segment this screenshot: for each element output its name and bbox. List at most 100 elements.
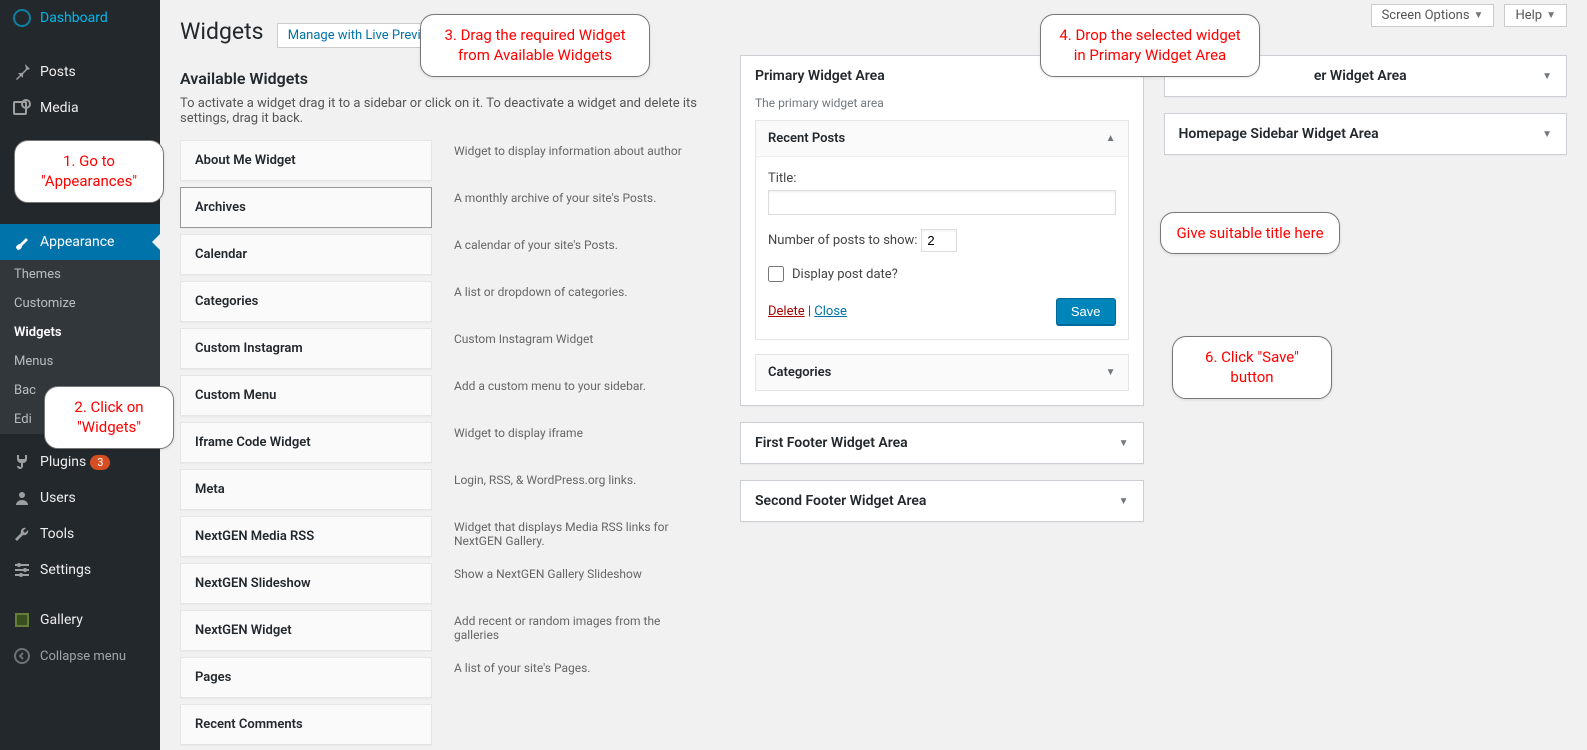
page-title: Widgets	[180, 0, 263, 55]
widget-card[interactable]: Custom Menu	[180, 375, 432, 416]
primary-widget-area: Primary Widget Area The primary widget a…	[740, 55, 1144, 406]
widget-card[interactable]: Pages	[180, 657, 432, 698]
widget-name: Archives	[195, 200, 417, 215]
callout-5: Give suitable title here	[1160, 212, 1340, 254]
sidebar-item-plugins[interactable]: Plugins 3	[0, 444, 160, 480]
widget-description	[450, 704, 702, 750]
user-icon	[12, 488, 32, 508]
submenu-themes[interactable]: Themes	[0, 260, 160, 289]
widget-delete-link[interactable]: Delete	[768, 304, 805, 319]
homepage-sidebar-header[interactable]: Homepage Sidebar Widget Area ▼	[1165, 114, 1567, 154]
widget-description: Widget to display iframe	[450, 422, 702, 469]
sidebar-item-appearance[interactable]: Appearance	[0, 224, 160, 260]
sidebar-item-dashboard[interactable]: Dashboard	[0, 0, 160, 36]
widget-description: Widget that displays Media RSS links for…	[450, 516, 702, 563]
widget-description: Show a NextGEN Gallery Slideshow	[450, 563, 702, 610]
sidebar-label: Posts	[40, 64, 76, 80]
sidebar-item-media[interactable]: Media	[0, 90, 160, 126]
recent-posts-num-label: Number of posts to show:	[768, 233, 917, 248]
recent-posts-num-input[interactable]	[921, 229, 957, 252]
gallery-icon	[12, 610, 32, 630]
widget-card[interactable]: Iframe Code Widget	[180, 422, 432, 463]
chevron-up-icon: ▲	[1106, 133, 1116, 144]
submenu-customize[interactable]: Customize	[0, 289, 160, 318]
admin-sidebar: Dashboard Posts Media Appearance Themes …	[0, 0, 160, 750]
sidebar-item-settings[interactable]: Settings	[0, 552, 160, 588]
available-widgets-column: Available Widgets To activate a widget d…	[180, 55, 720, 750]
widget-card[interactable]: Archives	[180, 187, 432, 228]
widget-card[interactable]: Meta	[180, 469, 432, 510]
widget-card[interactable]: NextGEN Slideshow	[180, 563, 432, 604]
screen-options-button[interactable]: Screen Options ▼	[1371, 4, 1495, 27]
sidebar-collapse[interactable]: Collapse menu	[0, 638, 160, 674]
widget-name: Calendar	[195, 247, 417, 262]
widget-description: A list or dropdown of categories.	[450, 281, 702, 328]
widget-card[interactable]: Categories	[180, 281, 432, 322]
widget-description: Login, RSS, & WordPress.org links.	[450, 469, 702, 516]
callout-6: 6. Click "Save" button	[1172, 336, 1332, 399]
chevron-down-icon: ▼	[1119, 438, 1129, 449]
wrench-icon	[12, 524, 32, 544]
widget-description: Custom Instagram Widget	[450, 328, 702, 375]
sidebar-label: Collapse menu	[40, 649, 126, 664]
chevron-down-icon: ▼	[1474, 10, 1484, 21]
callout-2: 2. Click on "Widgets"	[44, 386, 174, 449]
widget-name: Recent Comments	[195, 717, 417, 732]
help-button[interactable]: Help ▼	[1504, 4, 1567, 27]
sidebar-label: Settings	[40, 562, 91, 578]
sidebar-item-users[interactable]: Users	[0, 480, 160, 516]
widget-save-button[interactable]: Save	[1056, 298, 1116, 325]
widget-recent-posts: Recent Posts ▲ Title: Number of posts to…	[755, 120, 1129, 340]
widget-card[interactable]: NextGEN Media RSS	[180, 516, 432, 557]
recent-posts-title-label: Title:	[768, 171, 1116, 186]
widget-card[interactable]: Calendar	[180, 234, 432, 275]
submenu-widgets[interactable]: Widgets	[0, 318, 160, 347]
sidebar-label: Tools	[40, 526, 74, 542]
sidebar-label: Media	[40, 100, 79, 116]
second-footer-widget-area: Second Footer Widget Area ▼	[740, 480, 1144, 522]
widget-name: Categories	[195, 294, 417, 309]
sidebar-label: Gallery	[40, 612, 83, 628]
widget-name: Pages	[195, 670, 417, 685]
manage-live-preview-button[interactable]: Manage with Live Previ	[277, 23, 432, 48]
widget-description: Add a custom menu to your sidebar.	[450, 375, 702, 422]
widget-description: A monthly archive of your site's Posts.	[450, 187, 702, 234]
dashboard-icon	[12, 8, 32, 28]
sidebar-item-posts[interactable]: Posts	[0, 54, 160, 90]
sidebar-item-gallery[interactable]: Gallery	[0, 602, 160, 638]
recent-posts-title-input[interactable]	[768, 190, 1116, 215]
callout-3: 3. Drag the required Widget from Availab…	[420, 14, 650, 77]
widget-card[interactable]: NextGEN Widget	[180, 610, 432, 651]
chevron-down-icon: ▼	[1542, 71, 1552, 82]
widget-card[interactable]: Custom Instagram	[180, 328, 432, 369]
widget-close-link[interactable]: Close	[814, 304, 847, 319]
widget-name: NextGEN Media RSS	[195, 529, 417, 544]
second-footer-header[interactable]: Second Footer Widget Area ▼	[741, 481, 1143, 521]
display-date-checkbox[interactable]	[768, 266, 784, 282]
widget-categories-collapsed[interactable]: Categories ▼	[755, 354, 1129, 391]
callout-1: 1. Go to "Appearances"	[14, 140, 164, 203]
widget-description: Add recent or random images from the gal…	[450, 610, 702, 657]
widget-name: Custom Instagram	[195, 341, 417, 356]
chevron-down-icon: ▼	[1542, 129, 1552, 140]
sidebar-item-tools[interactable]: Tools	[0, 516, 160, 552]
widget-name: About Me Widget	[195, 153, 417, 168]
widget-recent-posts-header[interactable]: Recent Posts ▲	[756, 121, 1128, 156]
chevron-down-icon: ▼	[1119, 496, 1129, 507]
sidebar-label: Appearance	[40, 234, 114, 250]
first-footer-header[interactable]: First Footer Widget Area ▼	[741, 423, 1143, 463]
callout-4: 4. Drop the selected widget in Primary W…	[1040, 14, 1260, 77]
widget-description: A calendar of your site's Posts.	[450, 234, 702, 281]
sidebar-label: Dashboard	[40, 10, 108, 26]
widget-areas: Primary Widget Area The primary widget a…	[740, 55, 1567, 750]
widget-card[interactable]: Recent Comments	[180, 704, 432, 745]
submenu-menus[interactable]: Menus	[0, 347, 160, 376]
top-controls: Screen Options ▼ Help ▼	[1371, 4, 1567, 27]
available-widgets-grid: About Me WidgetWidget to display informa…	[180, 140, 720, 750]
widget-card[interactable]: About Me Widget	[180, 140, 432, 181]
first-footer-widget-area: First Footer Widget Area ▼	[740, 422, 1144, 464]
widget-name: Meta	[195, 482, 417, 497]
sidebar-label: Users	[40, 490, 76, 506]
collapse-icon	[12, 646, 32, 666]
brush-icon	[12, 232, 32, 252]
